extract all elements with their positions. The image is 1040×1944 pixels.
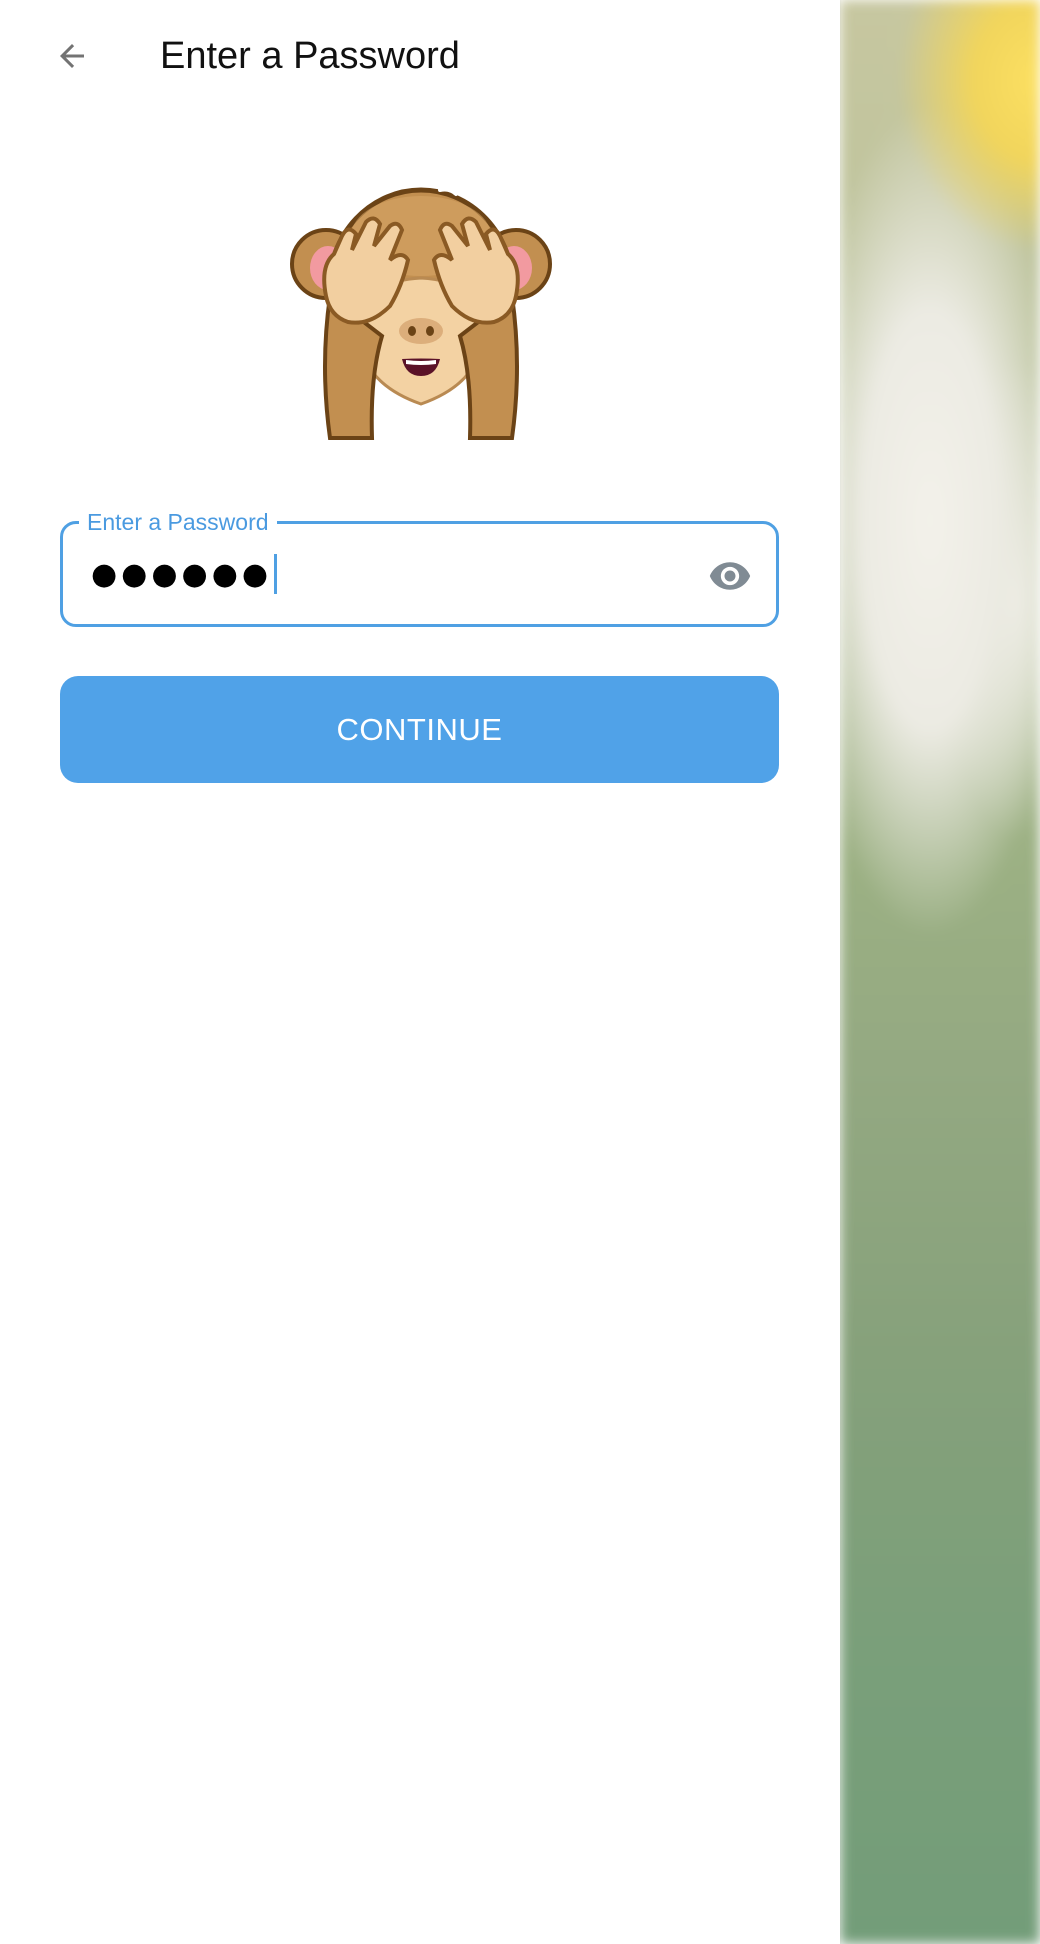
- back-button[interactable]: [40, 30, 104, 82]
- continue-button[interactable]: CONTINUE: [60, 676, 779, 783]
- password-input[interactable]: ●●●●●●: [91, 554, 278, 594]
- password-field[interactable]: Enter a Password ●●●●●●: [60, 507, 779, 627]
- text-cursor: [274, 554, 278, 594]
- arrow-left-icon: [60, 44, 84, 68]
- password-screen: Enter a Password Enter a Password ●●●●●●: [0, 0, 840, 1944]
- page-title: Enter a Password: [160, 35, 460, 77]
- password-field-label: Enter a Password: [79, 507, 277, 537]
- eye-icon: [709, 562, 751, 590]
- background-wallpaper: [840, 0, 1040, 1944]
- toggle-visibility-button[interactable]: [706, 552, 754, 600]
- password-masked-value: ●●●●●●: [91, 556, 273, 592]
- see-no-evil-monkey-icon: [290, 187, 552, 440]
